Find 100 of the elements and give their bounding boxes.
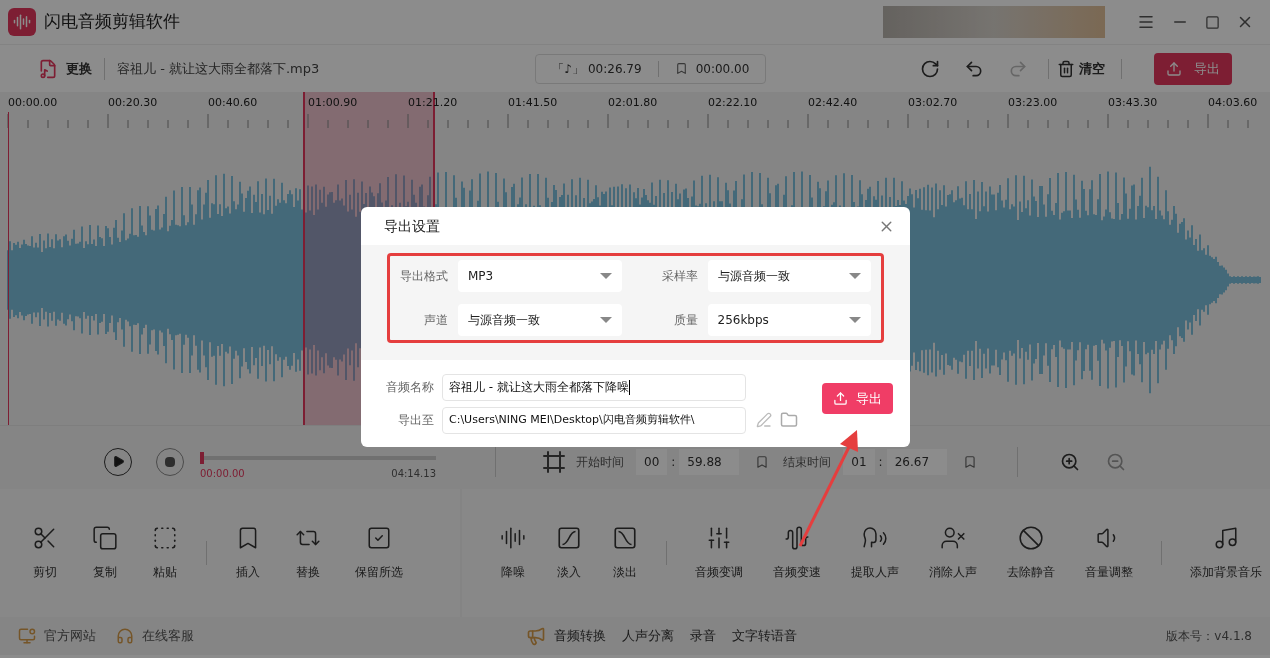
- app-logo-icon: [8, 8, 36, 36]
- checked-square-icon: [366, 525, 392, 551]
- dropdown[interactable]: MP3: [458, 260, 622, 292]
- field-label: 质量: [672, 312, 698, 329]
- time-label: 03:02.70: [908, 95, 958, 111]
- tool-button[interactable]: 淡出: [604, 525, 646, 581]
- feature-link[interactable]: 录音: [690, 626, 716, 646]
- audio-lines-icon: [500, 525, 526, 551]
- time-label: 04:03.60: [1208, 95, 1258, 111]
- tool-button[interactable]: 淡入: [548, 525, 590, 581]
- footer-link[interactable]: 官方网站: [18, 626, 96, 646]
- version-text: 版本号：v4.1.8: [1166, 628, 1252, 645]
- upload-icon: [1166, 60, 1182, 77]
- folder-icon[interactable]: [780, 411, 798, 429]
- stop-icon: [165, 456, 175, 467]
- time-label: 03:23.00: [1008, 95, 1058, 111]
- end-second-field[interactable]: 26.67: [886, 448, 947, 475]
- feature-link[interactable]: 文字转语音: [732, 626, 797, 646]
- megaphone-icon: [526, 626, 546, 646]
- tool-button[interactable]: 提取人声: [843, 525, 907, 581]
- menu-icon[interactable]: [1137, 13, 1155, 31]
- music-file-icon: [38, 58, 58, 79]
- field-label: 导出格式: [400, 268, 448, 285]
- dropdown-caret-icon: [599, 317, 612, 323]
- progress-thumb[interactable]: [200, 452, 204, 464]
- marker-icon[interactable]: [755, 454, 770, 469]
- frame-icon[interactable]: [542, 449, 566, 474]
- marker-icon[interactable]: [962, 454, 977, 469]
- tool-button[interactable]: 替换: [287, 525, 329, 581]
- dropdown[interactable]: 与源音频一致: [707, 260, 871, 292]
- tool-button[interactable]: 插入: [227, 525, 269, 581]
- refresh-icon[interactable]: [920, 58, 940, 79]
- dropdown[interactable]: 256kbps: [707, 304, 871, 336]
- undo-icon[interactable]: [964, 58, 984, 79]
- start-second-field[interactable]: 59.88: [679, 448, 740, 475]
- tool-button[interactable]: 保留所选: [347, 525, 411, 581]
- footer-link[interactable]: 在线客服: [116, 626, 194, 646]
- play-icon: [111, 455, 125, 468]
- field-label: 声道: [423, 312, 448, 329]
- selection-mark: 「♪」: [552, 60, 584, 78]
- time-label: 01:00.90: [308, 95, 358, 111]
- dialog-export-button[interactable]: 导出: [822, 383, 893, 414]
- time-label: 02:22.10: [708, 95, 758, 111]
- time-label: 00:20.30: [108, 95, 158, 111]
- tool-button[interactable]: 去除静音: [999, 525, 1063, 581]
- marker-icon: [674, 62, 688, 75]
- feature-link[interactable]: 音频转换: [554, 626, 606, 646]
- export-button[interactable]: 导出: [1154, 52, 1232, 85]
- time-label: 00:40.60: [208, 95, 258, 111]
- sliders-icon: [706, 525, 732, 551]
- name-field[interactable]: 容祖儿 - 就让这大雨全都落下降噪: [442, 373, 746, 401]
- time-label: 02:01.80: [608, 95, 658, 111]
- tool-button[interactable]: 消除人声: [921, 525, 985, 581]
- tool-button[interactable]: 复制: [84, 525, 126, 581]
- selection-length-text: 00:26.79: [587, 60, 642, 78]
- monitor-icon: [18, 627, 36, 645]
- window-title: 闪电音频剪辑软件: [44, 10, 180, 34]
- start-minute-field[interactable]: 00: [636, 448, 668, 475]
- tool-button[interactable]: 音量调整: [1077, 525, 1141, 581]
- time-separator: :: [671, 453, 676, 471]
- tool-button[interactable]: 添加背景音乐: [1182, 525, 1270, 581]
- field-label: 导出至: [397, 412, 434, 429]
- dashed-square-icon: [152, 525, 178, 551]
- path-field[interactable]: C:\Users\NING MEI\Desktop\闪电音频剪辑软件\: [442, 406, 746, 434]
- time-label: 03:43.30: [1108, 95, 1158, 111]
- tool-button[interactable]: 音频变速: [765, 525, 829, 581]
- time-label: 00:00.00: [8, 95, 58, 111]
- ban-icon: [1018, 525, 1044, 551]
- copy-icon: [92, 525, 118, 551]
- replace-button[interactable]: 更换: [38, 58, 92, 79]
- wave-icon: [784, 525, 810, 551]
- person-x-icon: [940, 525, 966, 551]
- tool-button[interactable]: 降噪: [492, 525, 534, 581]
- field-label: 音频名称: [385, 379, 434, 396]
- music-note-icon: [1213, 525, 1239, 551]
- dropdown-caret-icon: [599, 273, 612, 279]
- dropdown-caret-icon: [849, 273, 861, 279]
- current-time: 00:00.00: [200, 467, 245, 481]
- trash-icon: [1057, 59, 1075, 78]
- tool-button[interactable]: 粘贴: [144, 525, 186, 581]
- field-label: 采样率: [660, 268, 698, 285]
- clear-button[interactable]: 清空: [1057, 58, 1105, 79]
- cursor-time: 00:00.00: [695, 60, 750, 78]
- start-label: 开始时间: [576, 453, 624, 471]
- end-minute-field[interactable]: 01: [843, 448, 875, 475]
- headset-icon: [116, 627, 134, 645]
- feature-link[interactable]: 人声分离: [622, 626, 674, 646]
- upload-icon: [833, 391, 848, 406]
- dialog-title: 导出设置: [384, 216, 440, 236]
- dropdown[interactable]: 与源音频一致: [458, 304, 622, 336]
- tool-button[interactable]: 剪切: [24, 525, 66, 581]
- zoom-out-icon[interactable]: [1105, 451, 1126, 472]
- total-time: 04:14.13: [391, 467, 436, 481]
- time-label: 02:42.40: [808, 95, 858, 111]
- end-label: 结束时间: [783, 453, 832, 471]
- fade-out-icon: [612, 525, 638, 551]
- tool-button[interactable]: 音频变调: [687, 525, 751, 581]
- maximize-icon[interactable]: [1205, 14, 1220, 30]
- zoom-in-icon[interactable]: [1059, 451, 1080, 472]
- time-separator: :: [878, 453, 883, 471]
